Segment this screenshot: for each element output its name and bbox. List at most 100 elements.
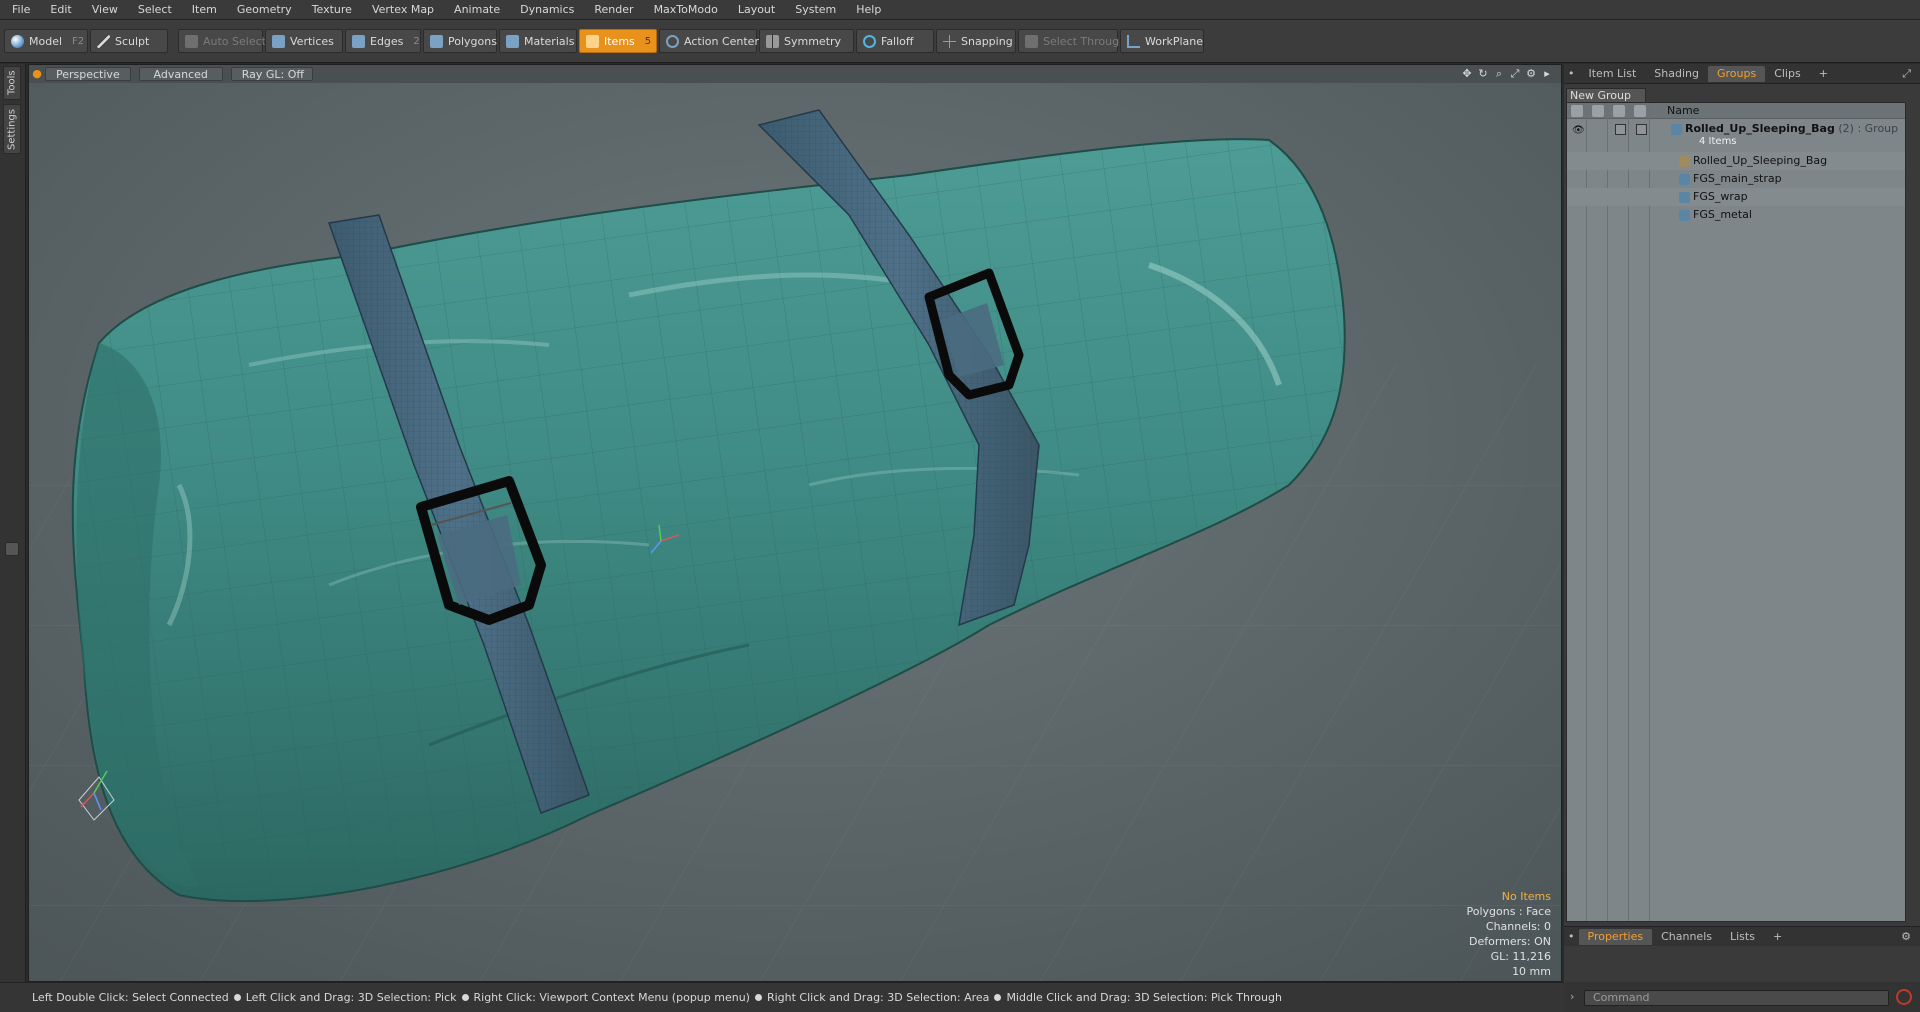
list-item[interactable]: FGS_main_strap	[1567, 170, 1905, 188]
select-through-button[interactable]: Select Through	[1018, 29, 1126, 53]
menu-render[interactable]: Render	[582, 0, 641, 20]
model-key: F2	[72, 35, 85, 47]
menu-help[interactable]: Help	[844, 0, 889, 20]
props-gear-icon[interactable]: ⚙	[1892, 929, 1920, 945]
select-checkbox[interactable]	[1636, 124, 1647, 135]
zoom-icon[interactable]: ⌕	[1493, 68, 1505, 80]
new-group-button[interactable]: New Group	[1566, 88, 1646, 103]
edges-label: Edges	[370, 34, 404, 48]
menu-view[interactable]: View	[80, 0, 126, 20]
tab-channels[interactable]: Channels	[1652, 929, 1721, 945]
falloff-button[interactable]: Falloff	[856, 29, 934, 53]
tab-properties[interactable]: Properties	[1578, 928, 1653, 945]
3d-viewport[interactable]: ● Perspective Advanced Ray GL: Off ✥ ↻ ⌕…	[28, 64, 1562, 982]
workplane-label: WorkPlane	[1145, 34, 1204, 48]
menu-bar: File Edit View Select Item Geometry Text…	[0, 0, 1920, 20]
child-name: FGS_metal	[1693, 208, 1752, 221]
tab-add-props[interactable]: +	[1764, 929, 1791, 945]
shading-dropdown[interactable]: Advanced	[138, 67, 223, 81]
command-bar: › Command	[1564, 982, 1920, 1012]
panel-expand-icon[interactable]: ⤢	[1893, 66, 1920, 82]
tab-shading[interactable]: Shading	[1645, 66, 1708, 82]
panel-menu-icon[interactable]: •	[1564, 66, 1580, 82]
status-hint-4: Right Click and Drag: 3D Selection: Area	[766, 991, 990, 1004]
vertices-label: Vertices	[290, 34, 334, 48]
lock-column-icon[interactable]	[1613, 105, 1625, 117]
render-column-icon[interactable]	[1592, 105, 1604, 117]
stats-gl: GL: 11,216	[1490, 950, 1551, 963]
crosshair-icon	[666, 34, 679, 48]
symmetry-button[interactable]: Symmetry	[759, 29, 854, 53]
maximize-icon[interactable]: ⤢	[1509, 68, 1521, 80]
menu-system[interactable]: System	[783, 0, 844, 20]
auto-select-button[interactable]: Auto Select	[178, 29, 266, 53]
action-center-button[interactable]: Action Center	[659, 29, 759, 53]
tools-tab[interactable]: Tools	[3, 66, 21, 100]
list-item[interactable]: FGS_wrap	[1567, 188, 1905, 206]
group-row[interactable]: 👁 Rolled_Up_Sleeping_Bag (2) : Group 4 I…	[1567, 121, 1905, 151]
child-name: FGS_main_strap	[1693, 172, 1782, 185]
stats-channels: Channels: 0	[1485, 920, 1551, 933]
left-tool-strip: Tools Settings	[0, 64, 26, 982]
visibility-column-icon[interactable]	[1571, 105, 1583, 117]
gear-icon[interactable]: ⚙	[1525, 68, 1537, 80]
menu-edit[interactable]: Edit	[38, 0, 79, 20]
menu-item[interactable]: Item	[180, 0, 225, 20]
record-icon[interactable]	[1896, 989, 1912, 1005]
menu-dynamics[interactable]: Dynamics	[508, 0, 582, 20]
stats-scale: 10 mm	[1512, 965, 1551, 978]
rotate-icon[interactable]: ↻	[1477, 68, 1489, 80]
tab-groups[interactable]: Groups	[1707, 65, 1766, 82]
lock-checkbox[interactable]	[1615, 124, 1626, 135]
stats-polygons: Polygons : Face	[1466, 905, 1551, 918]
child-name: FGS_wrap	[1693, 190, 1748, 203]
list-item[interactable]: FGS_metal	[1567, 206, 1905, 224]
select-column-icon[interactable]	[1634, 105, 1646, 117]
view-type-dropdown[interactable]: Perspective	[45, 67, 131, 81]
menu-maxtomodo[interactable]: MaxToModo	[642, 0, 726, 20]
menu-texture[interactable]: Texture	[300, 0, 360, 20]
viewport-menu-icon[interactable]: ●	[31, 68, 43, 80]
viewport-scene[interactable]	[29, 65, 1562, 982]
menu-animate[interactable]: Animate	[442, 0, 508, 20]
menu-layout[interactable]: Layout	[726, 0, 783, 20]
toolbar: Model F2 Sculpt Auto Select Vertices 1 E…	[0, 20, 1920, 63]
menu-vertex-map[interactable]: Vertex Map	[360, 0, 442, 20]
model-label: Model	[29, 34, 63, 48]
tab-add[interactable]: +	[1810, 66, 1837, 82]
pan-icon[interactable]: ✥	[1461, 68, 1473, 80]
command-input[interactable]: Command	[1584, 990, 1889, 1006]
items-button[interactable]: Items 5	[579, 29, 657, 53]
status-hint-2: Left Click and Drag: 3D Selection: Pick	[245, 991, 457, 1004]
groups-panel: • Item List Shading Groups Clips + ⤢ New…	[1564, 64, 1920, 982]
sculpt-mode-button[interactable]: Sculpt	[90, 29, 168, 53]
select-through-icon	[1025, 34, 1038, 48]
model-mode-button[interactable]: Model F2	[4, 29, 88, 53]
menu-geometry[interactable]: Geometry	[225, 0, 300, 20]
tab-lists[interactable]: Lists	[1721, 929, 1764, 945]
materials-button[interactable]: Materials	[499, 29, 577, 53]
mesh-icon	[1679, 191, 1690, 203]
workplane-button[interactable]: WorkPlane	[1120, 29, 1204, 53]
polygons-icon	[430, 34, 443, 48]
auto-select-label: Auto Select	[203, 34, 266, 48]
props-menu-icon[interactable]: •	[1564, 929, 1579, 945]
eye-icon[interactable]: 👁	[1572, 122, 1585, 140]
raygl-dropdown[interactable]: Ray GL: Off	[230, 67, 313, 81]
list-item[interactable]: Rolled_Up_Sleeping_Bag	[1567, 152, 1905, 170]
edges-button[interactable]: Edges 2	[345, 29, 421, 53]
falloff-icon	[863, 34, 876, 48]
status-bar: Left Double Click: Select Connected Left…	[0, 982, 1564, 1012]
vertices-button[interactable]: Vertices 1	[265, 29, 350, 53]
collapse-handle-icon[interactable]	[5, 542, 19, 556]
mesh-icon	[1679, 209, 1690, 221]
tab-item-list[interactable]: Item List	[1580, 66, 1646, 82]
snapping-button[interactable]: Snapping	[936, 29, 1016, 53]
menu-select[interactable]: Select	[126, 0, 180, 20]
menu-file[interactable]: File	[0, 0, 38, 20]
tab-clips[interactable]: Clips	[1765, 66, 1810, 82]
polygons-button[interactable]: Polygons	[423, 29, 497, 53]
expand-arrow-icon[interactable]: ▸	[1541, 68, 1553, 80]
settings-tab[interactable]: Settings	[3, 104, 21, 154]
name-column-header: Name	[1667, 104, 1700, 117]
